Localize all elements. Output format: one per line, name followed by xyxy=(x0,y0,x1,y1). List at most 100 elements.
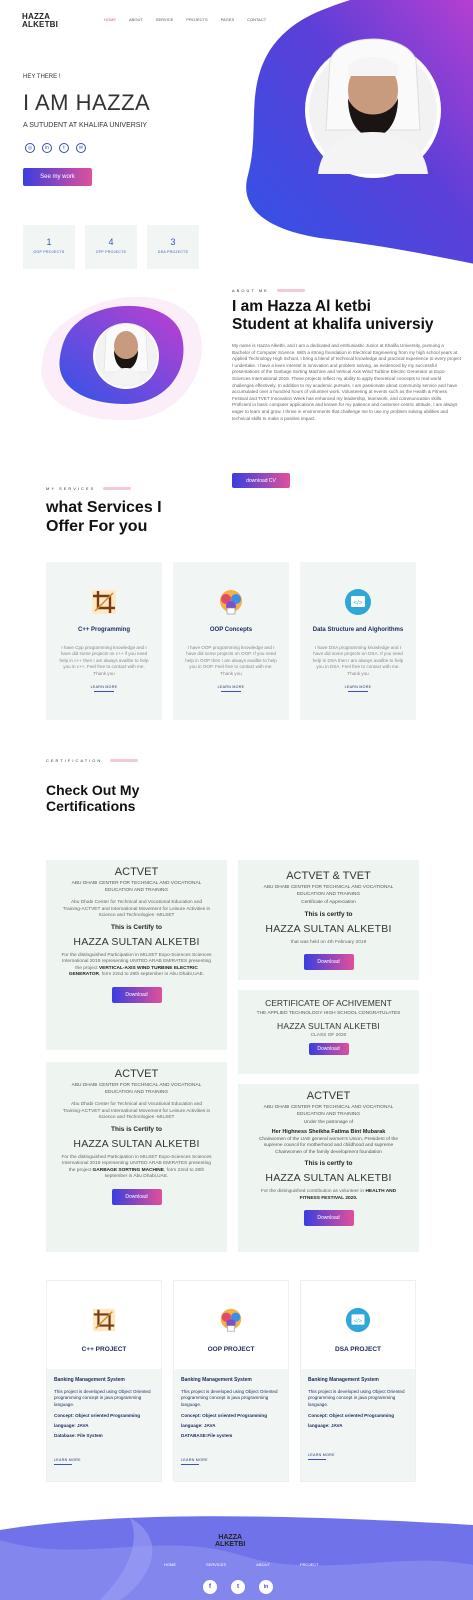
about-title-line-1: I am Hazza Al ketbi xyxy=(232,298,371,315)
cert-certify-line: This is certfy to xyxy=(304,910,353,918)
service-text: I have Cpp programming knowledge and I h… xyxy=(59,645,149,676)
link-underline xyxy=(221,691,241,693)
cert-org: THE APPLIED TECHNOLOGY HIGH SCHOOL CONGR… xyxy=(256,1011,401,1016)
twitter-icon[interactable]: t xyxy=(59,143,69,153)
hero-greeting: HEY THERE ! xyxy=(23,74,61,80)
desc-part: For the distinguished contribution as vo… xyxy=(260,1189,365,1194)
stat-dsa: 3 DSA PROJECTS xyxy=(147,225,199,269)
project-language: language: JAVA xyxy=(308,1422,343,1428)
cert-recipient-name: HAZZA SULTAN ALKETBI xyxy=(73,935,200,948)
cert-card-appreciation: ACTVET & TVET ABU DHABI CENTER FOR TECHN… xyxy=(238,860,419,980)
cert-org: ABU DHABI CENTER FOR TECHNICAL AND VOCAT… xyxy=(263,885,394,897)
label-accent-bar xyxy=(103,487,132,490)
footer-nav-home[interactable]: HOME xyxy=(164,1562,176,1567)
learn-more-link[interactable]: LEARN MORE xyxy=(181,1458,281,1462)
footer-nav: HOME SERVICES ABOUT PROJECT xyxy=(164,1562,319,1567)
footer-logo[interactable]: HAZZA ALKETBI xyxy=(215,1534,245,1548)
twitter-icon[interactable]: t xyxy=(231,1580,245,1594)
footer-nav-about[interactable]: ABOUT xyxy=(256,1562,270,1567)
learn-more-link[interactable]: LEARN MORE xyxy=(46,685,162,689)
service-title: C++ Programming xyxy=(77,627,130,633)
crop-icon xyxy=(92,590,116,614)
cert-description: CLASS OF 2020 xyxy=(310,1032,347,1038)
download-cv-button[interactable]: download CV xyxy=(232,473,290,488)
footer-nav-services[interactable]: SERVICES xyxy=(206,1562,226,1567)
learn-more-link[interactable]: LEARN MORE xyxy=(173,685,289,689)
project-name: Banking Management System xyxy=(54,1377,125,1383)
facebook-icon[interactable]: f xyxy=(203,1580,217,1594)
project-title: DSA PROJECT xyxy=(335,1346,381,1353)
hero-socials: ◎ in t ✉ xyxy=(25,143,86,153)
cert-recipient-name: HAZZA SULTAN ALKETBI xyxy=(73,1137,200,1150)
nav-about[interactable]: ABOUT xyxy=(129,17,143,22)
project-card-cpp: C++ PROJECT Banking Management System Th… xyxy=(46,1280,162,1482)
project-text: This project is developed using Object O… xyxy=(308,1389,405,1407)
footer-nav-project[interactable]: PROJECT xyxy=(300,1562,319,1567)
cert-description: that was held on 4th February 2019 xyxy=(290,939,367,945)
stat-label: CPP PROJECTS xyxy=(95,250,127,254)
svg-text:</>: </> xyxy=(354,601,363,607)
code-icon: </> xyxy=(345,1307,371,1333)
project-language: language: JAVA xyxy=(181,1422,216,1428)
nav-projects[interactable]: PROJECTS xyxy=(186,17,207,22)
linkedin-icon[interactable]: in xyxy=(42,143,52,153)
cert-title-line-2: Certifications xyxy=(46,798,136,814)
cert-card-volunteer: ACTVET ABU DHABI CENTER FOR TECHNICAL AN… xyxy=(238,1084,419,1252)
cert-label-text: CERTIFICATION xyxy=(46,758,103,763)
project-card-oop: OOP PROJECT Banking Management System Th… xyxy=(173,1280,289,1482)
link-underline xyxy=(181,1463,199,1465)
site-logo[interactable]: HAZZA ALKETBI xyxy=(22,13,58,29)
cert-patronage: Under the patronage of xyxy=(303,1120,354,1125)
nav-home[interactable]: HOME xyxy=(104,17,116,22)
cert-heading: ACTVET & TVET xyxy=(286,870,371,882)
desc-project: GARBAGE SORTING MACHINE xyxy=(92,1167,164,1173)
cert-org: ABU DHABI CENTER FOR TECHNICAL AND VOCAT… xyxy=(71,1083,202,1095)
hero-name: I AM HAZZA xyxy=(23,90,151,115)
services-title-line-2: Offer For you xyxy=(46,518,148,535)
palette-icon xyxy=(220,1308,242,1332)
services-title-line-1: what Services I xyxy=(46,499,162,516)
label-accent-bar xyxy=(110,759,139,762)
palette-icon xyxy=(220,590,242,615)
about-title-line-2: Student at khalifa universiy xyxy=(232,316,434,333)
service-card-dsa: </> Data Structure and Alghorithms I hav… xyxy=(300,562,416,720)
portfolio-page: HAZZA ALKETBI HOME ABOUT SERVICE PROJECT… xyxy=(0,0,473,1600)
learn-more-link[interactable]: LEARN MORE xyxy=(308,1453,408,1457)
download-button[interactable]: Download xyxy=(303,1210,354,1227)
download-button[interactable]: Download xyxy=(111,986,162,1003)
email-icon[interactable]: ✉ xyxy=(76,143,86,153)
project-database: Database: File System xyxy=(54,1432,103,1438)
learn-more-link[interactable]: LEARN MORE xyxy=(300,685,416,689)
cert-heading: ACTVET xyxy=(306,1090,351,1102)
about-text: My name is Hazza Alketbi, and I am a ded… xyxy=(232,343,461,421)
cert-heading: CERTIFICATE OF ACHIVEMENT xyxy=(265,998,392,1008)
download-button[interactable]: Download xyxy=(111,1188,162,1205)
service-text: I have OOP programming knowledge and I h… xyxy=(185,645,277,676)
link-underline xyxy=(54,1463,72,1465)
cert-card-garbage-sorting: ACTVET ABU DHABI CENTER FOR TECHNICAL AN… xyxy=(46,1062,227,1252)
stat-oop: 1 OOP PROJECTS xyxy=(23,225,75,269)
stat-value: 1 xyxy=(46,237,52,247)
nav-service[interactable]: SERVICE xyxy=(156,17,174,22)
see-my-work-button[interactable]: See my work xyxy=(23,168,92,186)
project-name: Banking Management System xyxy=(181,1377,252,1383)
download-button[interactable]: Download xyxy=(303,954,354,971)
cert-certify-line: This is Certify to xyxy=(111,923,162,931)
stat-label: DSA PROJECTS xyxy=(157,250,189,254)
footer-logo-line-2: ALKETBI xyxy=(215,1541,246,1548)
project-card-dsa: </> DSA PROJECT Banking Management Syste… xyxy=(300,1280,416,1482)
service-title: OOP Concepts xyxy=(209,627,253,633)
linkedin-icon[interactable]: in xyxy=(259,1580,273,1594)
learn-more-link[interactable]: LEARN MORE xyxy=(54,1458,154,1462)
download-button[interactable]: Download xyxy=(308,1043,349,1056)
cert-issuer: Abu Dhabi Center for Technical and Vocat… xyxy=(62,1102,211,1120)
hero-subtitle: A SUTUDENT AT KHALIFA UNIVERSIY xyxy=(23,122,148,129)
github-icon[interactable]: ◎ xyxy=(25,143,35,153)
certifications-title: Check Out My Certifications xyxy=(46,782,139,814)
cert-recipient-name: HAZZA SULTAN ALKETBI xyxy=(277,1020,380,1031)
project-database: DATABASE:File system xyxy=(181,1432,233,1438)
project-name: Banking Management System xyxy=(308,1377,379,1383)
cert-issuer: Abu Dhabi Center for Technical and Vocat… xyxy=(62,900,211,918)
cert-description: For the distinguished contribution as vo… xyxy=(252,1189,405,1202)
stat-value: 4 xyxy=(108,237,114,247)
